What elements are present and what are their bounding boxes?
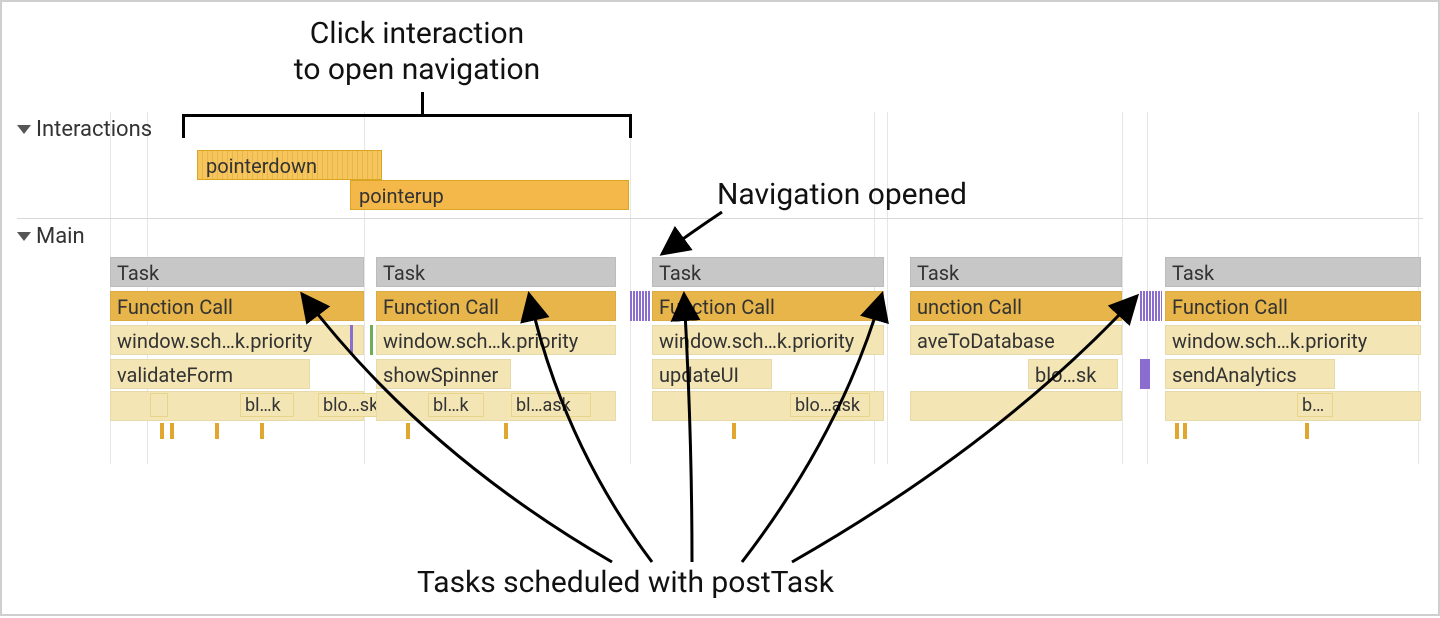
annotation-top-line1: Click interaction <box>202 16 632 52</box>
main-label-text: Main <box>36 224 85 249</box>
function-call-bar[interactable]: Function Call <box>1165 291 1421 321</box>
sub-bar[interactable] <box>150 393 168 417</box>
sub-row <box>910 391 1122 421</box>
schedule-bar[interactable]: window.sch…k.priority <box>1165 325 1421 355</box>
annotation-top-line2: to open navigation <box>202 52 632 88</box>
update-ui-bar[interactable]: updateUI <box>652 359 772 389</box>
schedule-bar[interactable]: window.sch…k.priority <box>652 325 884 355</box>
save-db-bar[interactable]: aveToDatabase <box>910 325 1122 355</box>
sub-bar[interactable]: bl…k <box>428 393 484 417</box>
function-call-bar[interactable]: Function Call <box>652 291 884 321</box>
sub-bar[interactable]: bl…k <box>240 393 294 417</box>
collapse-triangle-icon[interactable] <box>17 125 31 134</box>
sub-bar[interactable]: blo…sk <box>318 393 384 417</box>
send-analytics-bar[interactable]: sendAnalytics <box>1165 359 1335 389</box>
schedule-bar[interactable]: window.sch…k.priority <box>110 325 364 355</box>
annotation-top: Click interaction to open navigation <box>202 16 632 88</box>
validate-form-bar[interactable]: validateForm <box>110 359 310 389</box>
sub-bar[interactable]: bl…ask <box>511 393 591 417</box>
task-bar[interactable]: Task <box>376 257 616 287</box>
annotation-bottom: Tasks scheduled with postTask <box>417 565 834 601</box>
interaction-pointerdown[interactable]: pointerdown <box>197 150 382 180</box>
interaction-pointerup[interactable]: pointerup <box>350 180 629 210</box>
annotation-navigation-opened: Navigation opened <box>717 177 967 213</box>
function-call-bar[interactable]: Function Call <box>110 291 364 321</box>
main-track-label[interactable]: Main <box>17 224 85 249</box>
task-bar[interactable]: Task <box>910 257 1122 287</box>
task-bar[interactable]: Task <box>652 257 884 287</box>
task-bar[interactable]: Task <box>110 257 364 287</box>
devtools-timeline-panel: Click interaction to open navigation Nav… <box>2 2 1438 614</box>
sub-row <box>1165 391 1421 421</box>
blo-sk-bar[interactable]: blo…sk <box>1028 359 1118 389</box>
collapse-triangle-icon[interactable] <box>17 232 31 241</box>
sub-bar[interactable]: blo…ask <box>790 393 870 417</box>
task-bar[interactable]: Task <box>1165 257 1421 287</box>
interactions-label-text: Interactions <box>36 117 152 142</box>
bracket <box>182 114 632 138</box>
function-call-bar[interactable]: unction Call <box>910 291 1122 321</box>
sub-bar[interactable]: b… <box>1297 393 1333 417</box>
interactions-track-label[interactable]: Interactions <box>17 117 152 142</box>
show-spinner-bar[interactable]: showSpinner <box>376 359 511 389</box>
schedule-bar[interactable]: window.sch…k.priority <box>376 325 616 355</box>
function-call-bar[interactable]: Function Call <box>376 291 616 321</box>
